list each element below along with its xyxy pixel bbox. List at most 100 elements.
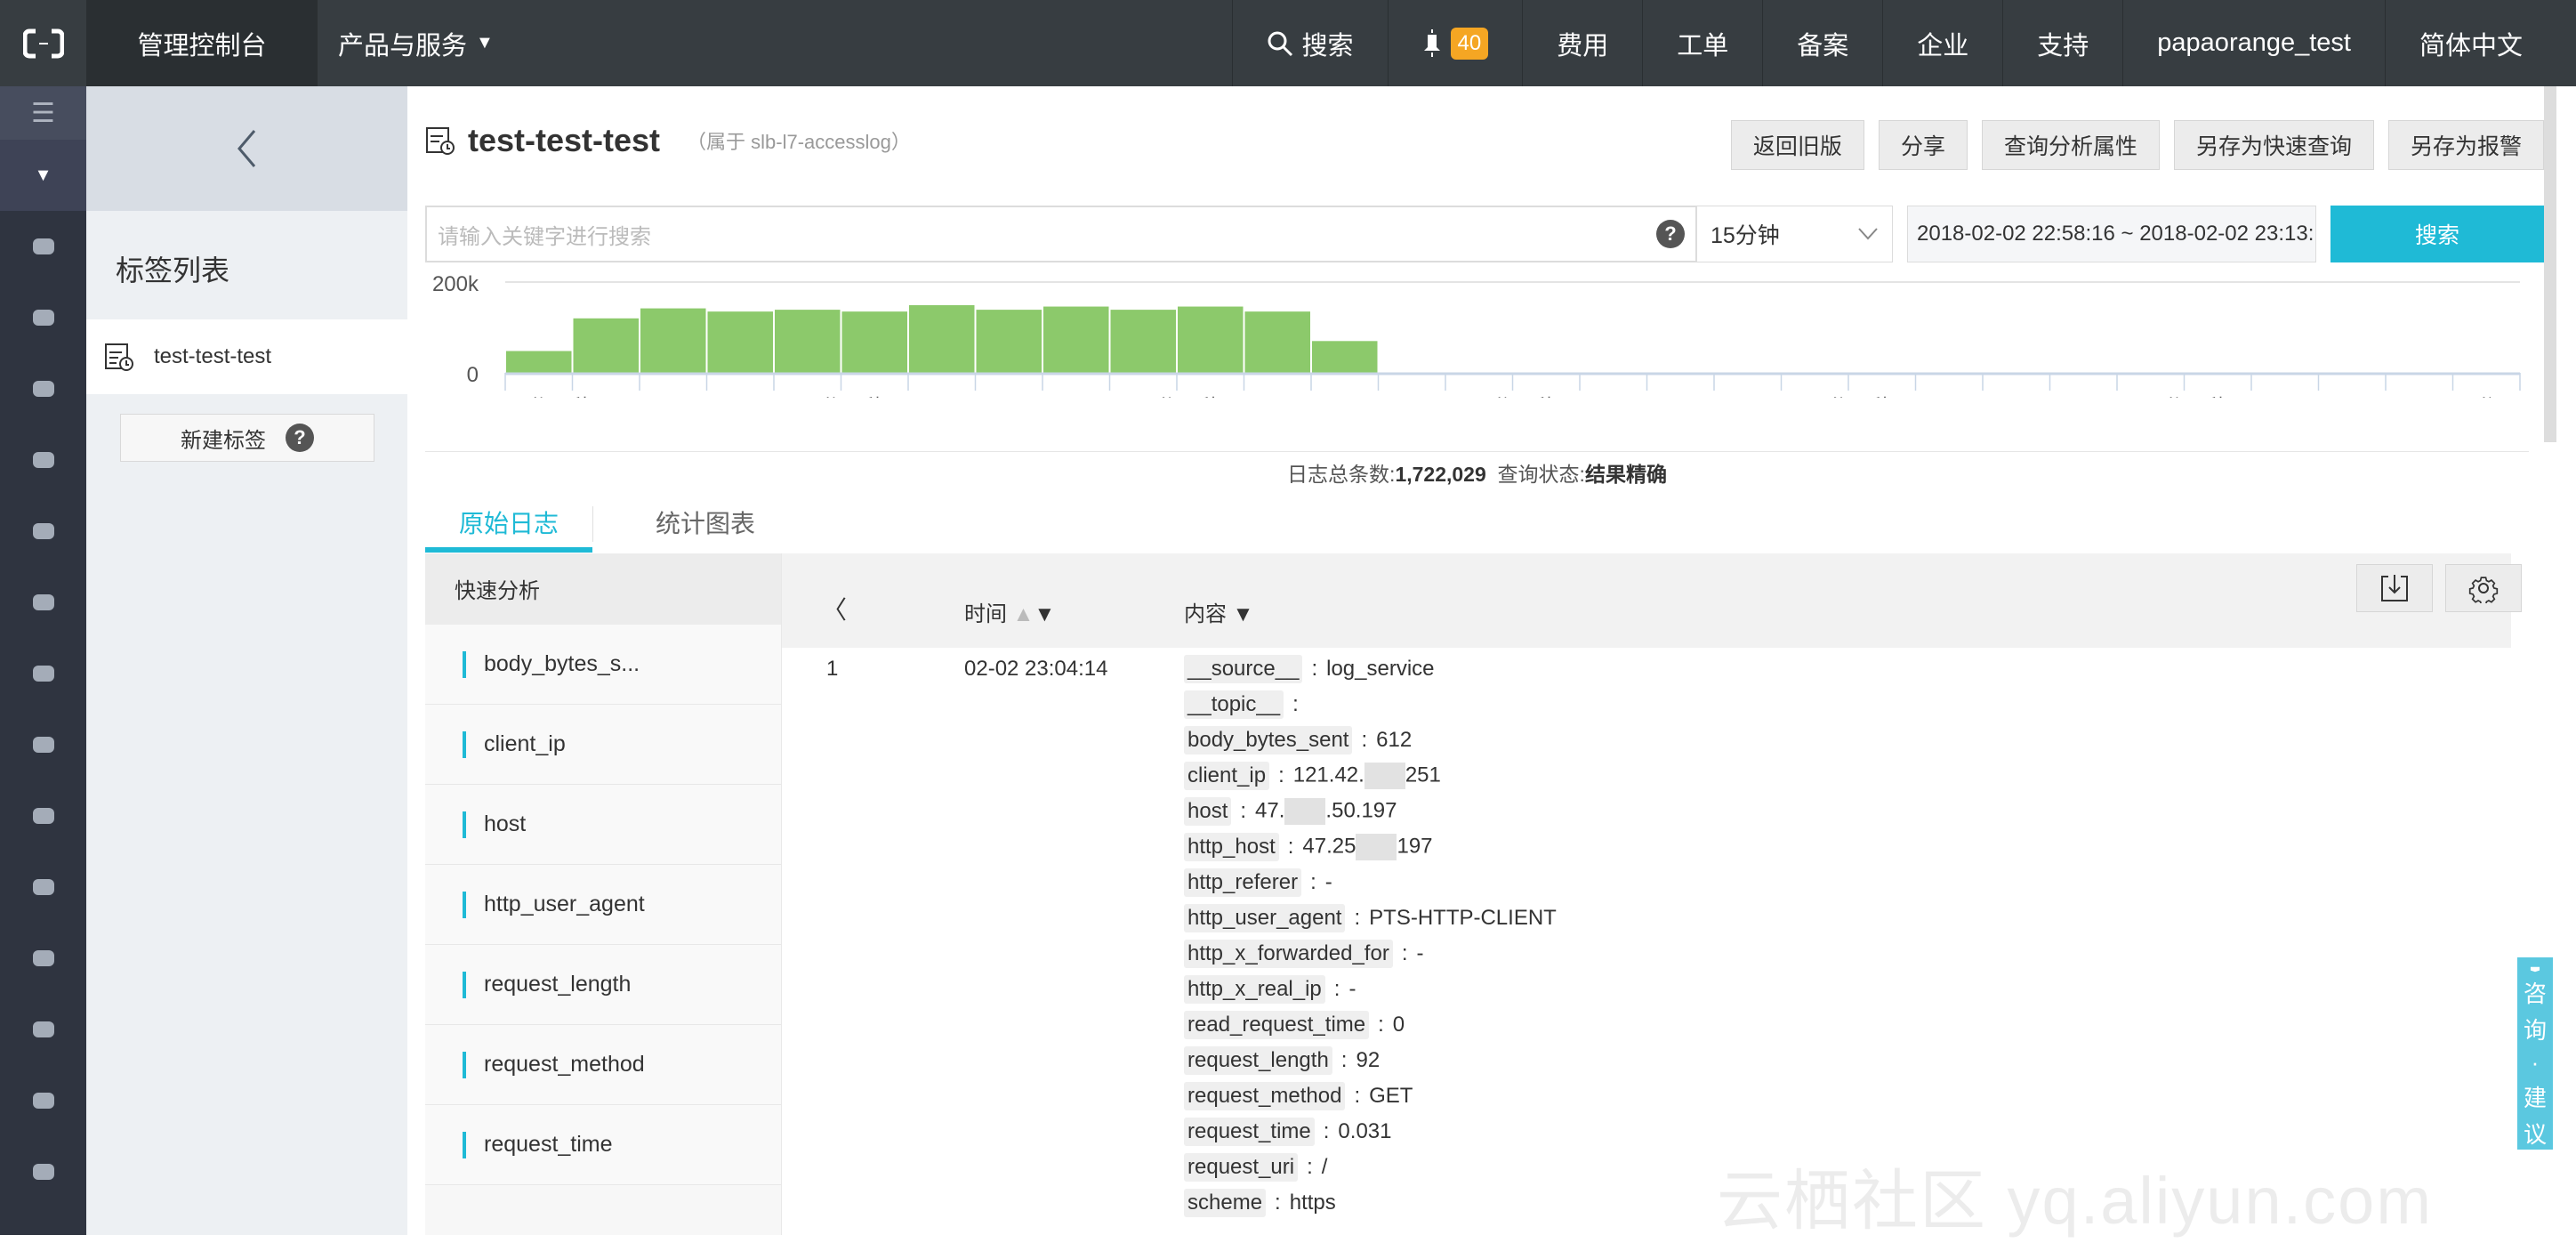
histogram-bar[interactable] bbox=[976, 310, 1042, 373]
date-range-field[interactable]: 2018-02-02 22:58:16 ~ 2018-02-02 23:13:1… bbox=[1907, 206, 2316, 262]
log-field-key[interactable]: __topic__ bbox=[1184, 690, 1284, 719]
settings-button[interactable] bbox=[2445, 564, 2522, 612]
help-icon[interactable]: ? bbox=[1656, 220, 1685, 248]
query-input[interactable]: 请输入关键字进行搜索 ? bbox=[425, 206, 1697, 262]
histogram-bar[interactable] bbox=[573, 318, 640, 373]
log-field-key[interactable]: request_time bbox=[1184, 1118, 1315, 1146]
log-field-key[interactable]: body_bytes_sent bbox=[1184, 726, 1353, 755]
log-field-value[interactable]: 121.42. 251 bbox=[1293, 763, 1441, 789]
rail-item-0[interactable] bbox=[0, 211, 86, 282]
quick-field-item[interactable]: request_method bbox=[425, 1025, 781, 1105]
rail-item-4[interactable] bbox=[0, 496, 86, 567]
log-field-value[interactable]: - bbox=[1348, 977, 1356, 1002]
log-field-value[interactable]: GET bbox=[1369, 1084, 1413, 1109]
nav-tickets[interactable]: 工单 bbox=[1642, 0, 1762, 86]
nav-enterprise[interactable]: 企业 bbox=[1882, 0, 2002, 86]
log-field-value[interactable]: 612 bbox=[1376, 728, 1412, 753]
tag-list-item[interactable]: test-test-test bbox=[86, 319, 407, 394]
histogram-bar[interactable] bbox=[640, 308, 706, 373]
log-field-key[interactable]: http_host bbox=[1184, 833, 1279, 861]
global-search-button[interactable]: 搜索 bbox=[1231, 0, 1388, 86]
log-field-key[interactable]: http_referer bbox=[1184, 868, 1302, 897]
sort-asc-icon[interactable]: ▲ bbox=[1013, 602, 1034, 626]
log-field-value[interactable]: https bbox=[1290, 1191, 1336, 1215]
histogram-bar[interactable] bbox=[506, 351, 572, 373]
rail-item-6[interactable] bbox=[0, 638, 86, 709]
rail-item-3[interactable] bbox=[0, 424, 86, 496]
log-field-value[interactable]: 47.25 197 bbox=[1302, 834, 1433, 860]
log-field-key[interactable]: http_x_forwarded_for bbox=[1184, 940, 1393, 968]
aliyun-logo[interactable] bbox=[0, 0, 86, 86]
quick-field-item[interactable]: request_time bbox=[425, 1105, 781, 1185]
histogram-bar[interactable] bbox=[707, 311, 774, 373]
user-menu[interactable]: papaorange_test bbox=[2122, 0, 2385, 86]
rail-item-10[interactable] bbox=[0, 923, 86, 994]
notifications-button[interactable]: 40 bbox=[1387, 0, 1523, 86]
histogram-bar[interactable] bbox=[841, 311, 908, 373]
nav-icp[interactable]: 备案 bbox=[1762, 0, 1882, 86]
log-field-key[interactable]: http_user_agent bbox=[1184, 904, 1346, 932]
new-tag-button[interactable]: 新建标签 ? bbox=[120, 414, 374, 462]
tab-raw-logs[interactable]: 原始日志 bbox=[425, 494, 593, 553]
share-button[interactable]: 分享 bbox=[1878, 120, 1968, 170]
tab-charts[interactable]: 统计图表 bbox=[593, 494, 789, 553]
save-as-alert-button[interactable]: 另存为报警 bbox=[2387, 120, 2544, 170]
log-field-key[interactable]: scheme bbox=[1184, 1189, 1267, 1217]
content-column-header[interactable]: 内容 ▼ bbox=[1184, 596, 1253, 627]
log-field-value[interactable]: 0 bbox=[1393, 1013, 1405, 1037]
language-switch[interactable]: 简体中文 bbox=[2384, 0, 2576, 86]
console-home-link[interactable]: 管理控制台 bbox=[86, 0, 318, 86]
histogram-bar[interactable] bbox=[1312, 341, 1378, 373]
log-field-value[interactable]: PTS-HTTP-CLIENT bbox=[1369, 906, 1557, 931]
log-field-key[interactable]: http_x_real_ip bbox=[1184, 975, 1325, 1004]
quick-field-item[interactable]: request_length bbox=[425, 945, 781, 1025]
hamburger-menu-button[interactable]: ☰ bbox=[0, 86, 86, 140]
quick-field-item[interactable]: body_bytes_s... bbox=[425, 625, 781, 705]
time-range-select[interactable]: 15分钟 bbox=[1695, 206, 1893, 262]
consult-feedback-button[interactable]: 咨询 · 建议 bbox=[2517, 957, 2553, 1150]
histogram-bar[interactable] bbox=[1043, 306, 1109, 373]
log-field-key[interactable]: host bbox=[1184, 797, 1232, 826]
download-button[interactable] bbox=[2356, 564, 2433, 612]
log-field-value[interactable]: - bbox=[1416, 941, 1423, 966]
rail-item-8[interactable] bbox=[0, 780, 86, 852]
log-field-value[interactable]: 0.031 bbox=[1338, 1119, 1391, 1144]
rail-item-12[interactable] bbox=[0, 1065, 86, 1136]
rail-item-7[interactable] bbox=[0, 709, 86, 780]
nav-billing[interactable]: 费用 bbox=[1522, 0, 1642, 86]
sort-desc-icon[interactable]: ▼ bbox=[1034, 602, 1055, 626]
rail-item-11[interactable] bbox=[0, 994, 86, 1065]
quick-field-item[interactable]: host bbox=[425, 785, 781, 865]
page-scrollbar[interactable] bbox=[2544, 86, 2556, 442]
rail-item-5[interactable] bbox=[0, 567, 86, 638]
rail-item-13[interactable] bbox=[0, 1136, 86, 1207]
rail-item-9[interactable] bbox=[0, 852, 86, 923]
quick-field-item[interactable]: client_ip bbox=[425, 705, 781, 785]
rail-collapse-toggle[interactable]: ▼ bbox=[0, 140, 86, 211]
search-button[interactable]: 搜索 bbox=[2330, 206, 2544, 262]
collapse-quick-analysis-button[interactable]: 〈 bbox=[822, 591, 847, 626]
log-field-key[interactable]: __source__ bbox=[1184, 655, 1303, 683]
log-field-key[interactable]: read_request_time bbox=[1184, 1011, 1370, 1039]
rail-item-1[interactable] bbox=[0, 282, 86, 353]
histogram-bar[interactable] bbox=[775, 310, 841, 373]
log-field-key[interactable]: request_length bbox=[1184, 1046, 1332, 1075]
log-field-value[interactable]: / bbox=[1322, 1155, 1328, 1180]
quick-field-item[interactable]: http_user_agent bbox=[425, 865, 781, 945]
histogram-bar[interactable] bbox=[1244, 311, 1311, 373]
log-field-key[interactable]: client_ip bbox=[1184, 762, 1270, 790]
save-quick-query-button[interactable]: 另存为快速查询 bbox=[2173, 120, 2374, 170]
rail-item-2[interactable] bbox=[0, 353, 86, 424]
histogram-bar[interactable] bbox=[1110, 310, 1177, 373]
log-field-value[interactable]: log_service bbox=[1326, 657, 1434, 682]
histogram-bar[interactable] bbox=[1178, 306, 1244, 373]
query-properties-button[interactable]: 查询分析属性 bbox=[1981, 120, 2160, 170]
back-to-old-version-button[interactable]: 返回旧版 bbox=[1730, 120, 1864, 170]
log-field-key[interactable]: request_uri bbox=[1184, 1153, 1299, 1182]
nav-support[interactable]: 支持 bbox=[2002, 0, 2122, 86]
log-field-value[interactable]: 92 bbox=[1356, 1048, 1380, 1073]
histogram-bar[interactable] bbox=[909, 305, 975, 373]
time-column-header[interactable]: 时间 ▲▼ bbox=[964, 596, 1055, 627]
log-field-value[interactable]: - bbox=[1325, 870, 1332, 895]
products-menu[interactable]: 产品与服务 ▼ bbox=[338, 0, 494, 86]
